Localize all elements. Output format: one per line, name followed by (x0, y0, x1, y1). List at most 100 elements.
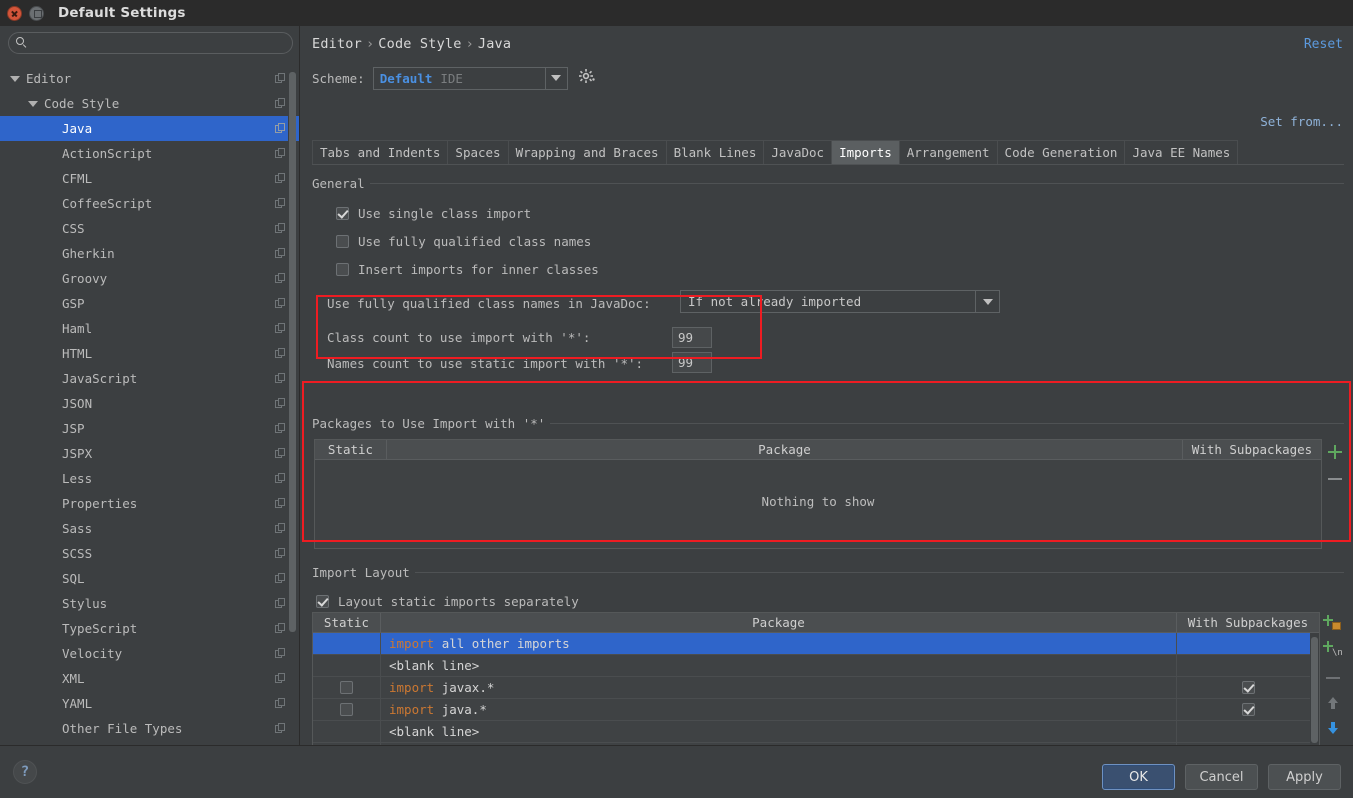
move-up-button[interactable] (1322, 692, 1344, 714)
import-layout-scrollbar-thumb[interactable] (1311, 637, 1318, 743)
copy-scheme-icon[interactable] (275, 373, 286, 384)
with-subpackages-checkbox[interactable] (1241, 681, 1255, 694)
column-header-package[interactable]: Package (387, 440, 1183, 459)
checkbox-use-fully-qualified-class-names[interactable]: Use fully qualified class names (336, 234, 591, 249)
names-count-input[interactable]: 99 (672, 352, 712, 373)
checkbox-indicator[interactable] (336, 263, 349, 276)
remove-entry-button[interactable] (1322, 667, 1344, 689)
sidebar-item-html[interactable]: HTML (0, 341, 300, 366)
tab-code-generation[interactable]: Code Generation (997, 140, 1126, 164)
cell-static[interactable] (313, 655, 381, 676)
cell-static[interactable] (313, 677, 381, 698)
cell-package[interactable]: <blank line> (381, 655, 1177, 676)
sidebar-item-gherkin[interactable]: Gherkin (0, 241, 300, 266)
copy-scheme-icon[interactable] (275, 648, 286, 659)
checkbox-insert-imports-for-inner-classes[interactable]: Insert imports for inner classes (336, 262, 599, 277)
sidebar-item-coffeescript[interactable]: CoffeeScript (0, 191, 300, 216)
packages-table-body[interactable]: Nothing to show (315, 460, 1321, 548)
sidebar-item-stylus[interactable]: Stylus (0, 591, 300, 616)
copy-scheme-icon[interactable] (275, 273, 286, 284)
chevron-down-icon[interactable] (975, 291, 999, 312)
add-package-entry-button[interactable] (1322, 614, 1344, 636)
tab-arrangement[interactable]: Arrangement (899, 140, 998, 164)
table-row[interactable]: import java.* (313, 699, 1319, 721)
packages-table[interactable]: Static Package With Subpackages Nothing … (314, 439, 1322, 549)
sidebar-item-java[interactable]: Java (0, 116, 300, 141)
copy-scheme-icon[interactable] (275, 698, 286, 709)
column-header-static[interactable]: Static (313, 613, 381, 632)
copy-scheme-icon[interactable] (275, 523, 286, 534)
tab-spaces[interactable]: Spaces (448, 140, 509, 164)
checkbox-indicator[interactable] (336, 235, 349, 248)
remove-package-button[interactable] (1324, 468, 1346, 490)
cell-with-subpackages[interactable] (1177, 699, 1319, 720)
copy-scheme-icon[interactable] (275, 423, 286, 434)
copy-scheme-icon[interactable] (275, 98, 286, 109)
sidebar-item-velocity[interactable]: Velocity (0, 641, 300, 666)
chevron-down-icon[interactable] (10, 75, 20, 82)
sidebar-item-sql[interactable]: SQL (0, 566, 300, 591)
set-from-link[interactable]: Set from... (1260, 114, 1343, 129)
sidebar-item-json[interactable]: JSON (0, 391, 300, 416)
tab-javadoc[interactable]: JavaDoc (764, 140, 833, 164)
static-checkbox[interactable] (340, 681, 353, 694)
copy-scheme-icon[interactable] (275, 448, 286, 459)
copy-scheme-icon[interactable] (275, 673, 286, 684)
sidebar-item-haml[interactable]: Haml (0, 316, 300, 341)
sidebar-item-editor[interactable]: Editor (0, 66, 300, 91)
copy-scheme-icon[interactable] (275, 248, 286, 259)
breadcrumb-java[interactable]: Java (478, 36, 511, 52)
table-row[interactable]: import javax.* (313, 677, 1319, 699)
sidebar-item-cfml[interactable]: CFML (0, 166, 300, 191)
column-header-with-subpackages[interactable]: With Subpackages (1177, 613, 1319, 632)
sidebar-item-code-style[interactable]: Code Style (0, 91, 300, 116)
cell-static[interactable] (313, 699, 381, 720)
column-header-with-subpackages[interactable]: With Subpackages (1183, 440, 1321, 459)
tab-tabs-and-indents[interactable]: Tabs and Indents (312, 140, 449, 164)
chevron-down-icon[interactable] (28, 100, 38, 107)
sidebar-item-jsp[interactable]: JSP (0, 416, 300, 441)
copy-scheme-icon[interactable] (275, 198, 286, 209)
cell-package[interactable]: <blank line> (381, 721, 1177, 742)
cell-static[interactable] (313, 721, 381, 742)
sidebar-item-less[interactable]: Less (0, 466, 300, 491)
cell-with-subpackages[interactable] (1177, 655, 1319, 676)
sidebar-item-javascript[interactable]: JavaScript (0, 366, 300, 391)
table-row[interactable]: <blank line> (313, 655, 1319, 677)
sidebar-scrollbar-thumb[interactable] (289, 72, 296, 632)
cell-package[interactable]: import all other imports (381, 633, 1177, 654)
sidebar-item-yaml[interactable]: YAML (0, 691, 300, 716)
tab-imports[interactable]: Imports (832, 140, 900, 164)
cell-with-subpackages[interactable] (1177, 721, 1319, 742)
search-field[interactable] (8, 32, 293, 54)
checkbox-indicator[interactable] (336, 207, 349, 220)
copy-scheme-icon[interactable] (275, 473, 286, 484)
settings-tree[interactable]: Editor Code Style Java ActionScript CFML Coff… (0, 66, 300, 745)
copy-scheme-icon[interactable] (275, 548, 286, 559)
cell-with-subpackages[interactable] (1177, 633, 1319, 654)
gear-icon[interactable] (578, 68, 598, 88)
apply-button[interactable]: Apply (1268, 764, 1341, 790)
copy-scheme-icon[interactable] (275, 598, 286, 609)
copy-scheme-icon[interactable] (275, 323, 286, 334)
move-down-button[interactable] (1322, 717, 1344, 739)
copy-scheme-icon[interactable] (275, 148, 286, 159)
copy-scheme-icon[interactable] (275, 723, 286, 734)
add-package-button[interactable] (1324, 441, 1346, 463)
sidebar-item-css[interactable]: CSS (0, 216, 300, 241)
table-row[interactable]: import all other imports (313, 633, 1319, 655)
column-header-package[interactable]: Package (381, 613, 1177, 632)
cell-static[interactable] (313, 633, 381, 654)
sidebar-item-gsp[interactable]: GSP (0, 291, 300, 316)
copy-scheme-icon[interactable] (275, 348, 286, 359)
sidebar-item-scss[interactable]: SCSS (0, 541, 300, 566)
sidebar-item-actionscript[interactable]: ActionScript (0, 141, 300, 166)
copy-scheme-icon[interactable] (275, 73, 286, 84)
copy-scheme-icon[interactable] (275, 173, 286, 184)
breadcrumb-code-style[interactable]: Code Style (378, 36, 461, 52)
copy-scheme-icon[interactable] (275, 573, 286, 584)
import-layout-table[interactable]: Static Package With Subpackages import a… (312, 612, 1320, 765)
cell-package[interactable]: import javax.* (381, 677, 1177, 698)
sidebar-item-groovy[interactable]: Groovy (0, 266, 300, 291)
sidebar-item-other-file-types[interactable]: Other File Types (0, 716, 300, 741)
